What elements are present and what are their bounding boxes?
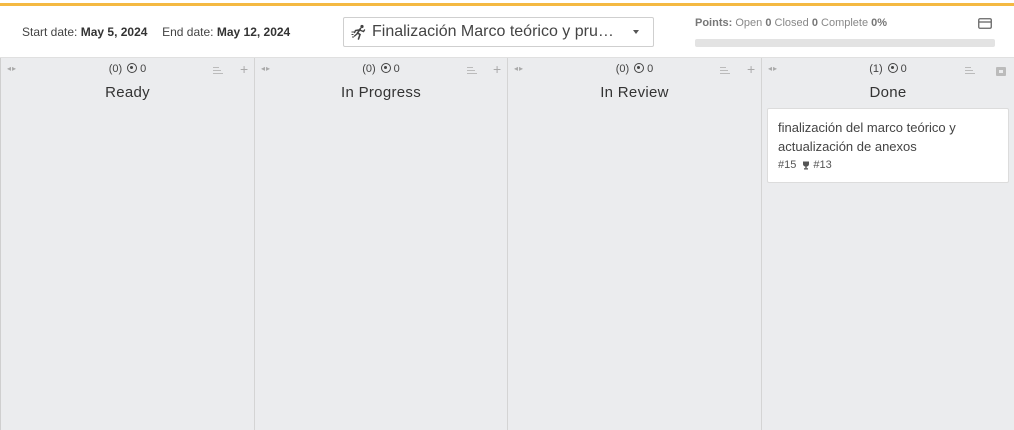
sort-icon[interactable] <box>720 67 730 75</box>
start-date-label: Start date: <box>22 25 78 39</box>
issue-title: finalización del marco teórico y actuali… <box>778 120 956 154</box>
target-icon <box>127 63 138 73</box>
points-summary: Points: Open 0 Closed 0 Complete 0% <box>695 17 887 29</box>
sprint-dates: Start date: May 5, 2024 End date: May 12… <box>22 25 290 39</box>
sort-icon[interactable] <box>965 67 975 75</box>
complete-value: 0% <box>871 17 888 29</box>
kanban-board: ◂▸ (0) 0 Ready + ◂▸ (0) 0 In Progress + ◂▸… <box>0 58 1014 430</box>
column-title: Done <box>869 84 907 101</box>
column-in-review: ◂▸ (0) 0 In Review + <box>507 58 761 430</box>
runner-icon <box>351 24 366 40</box>
end-date-label: End date: <box>162 25 214 39</box>
column-count: (1) 0 <box>869 63 907 75</box>
target-icon <box>634 63 645 73</box>
issue-meta: #15 #13 <box>778 159 998 171</box>
sprint-select[interactable]: Finalización Marco teórico y pruebas <box>343 17 654 47</box>
column-done: ◂▸ (1) 0 Done finalización del marco teór… <box>761 58 1014 430</box>
points-label: Points: <box>695 17 733 29</box>
column-title: Ready <box>105 84 150 101</box>
closed-value: 0 <box>811 17 818 29</box>
sprint-name: Finalización Marco teórico y pruebas <box>372 23 619 40</box>
sort-icon[interactable] <box>213 67 223 75</box>
milestone-number[interactable]: #13 <box>813 159 831 171</box>
add-icon[interactable]: + <box>747 62 755 76</box>
start-date-value: May 5, 2024 <box>80 25 148 39</box>
column-in-progress: ◂▸ (0) 0 In Progress + <box>254 58 507 430</box>
add-icon[interactable]: + <box>240 62 248 76</box>
column-title: In Progress <box>341 84 421 101</box>
trophy-icon <box>803 161 810 169</box>
column-ready: ◂▸ (0) 0 Ready + <box>0 58 254 430</box>
card-view-icon[interactable] <box>978 18 992 29</box>
sort-icon[interactable] <box>467 67 477 75</box>
open-value: 0 <box>765 17 772 29</box>
add-icon[interactable]: + <box>493 62 501 76</box>
target-icon <box>887 63 898 73</box>
target-icon <box>380 63 391 73</box>
column-title: In Review <box>600 84 669 101</box>
archive-icon[interactable] <box>996 67 1006 76</box>
issue-card[interactable]: finalización del marco teórico y actuali… <box>767 108 1009 183</box>
open-label: Open <box>735 17 763 29</box>
end-date-value: May 12, 2024 <box>216 25 291 39</box>
sprint-progress-bar <box>695 39 995 47</box>
complete-label: Complete <box>821 17 869 29</box>
issue-number[interactable]: #15 <box>778 159 796 171</box>
chevron-down-icon <box>633 30 639 34</box>
sprint-header: Start date: May 5, 2024 End date: May 12… <box>0 6 1014 58</box>
closed-label: Closed <box>774 17 809 29</box>
